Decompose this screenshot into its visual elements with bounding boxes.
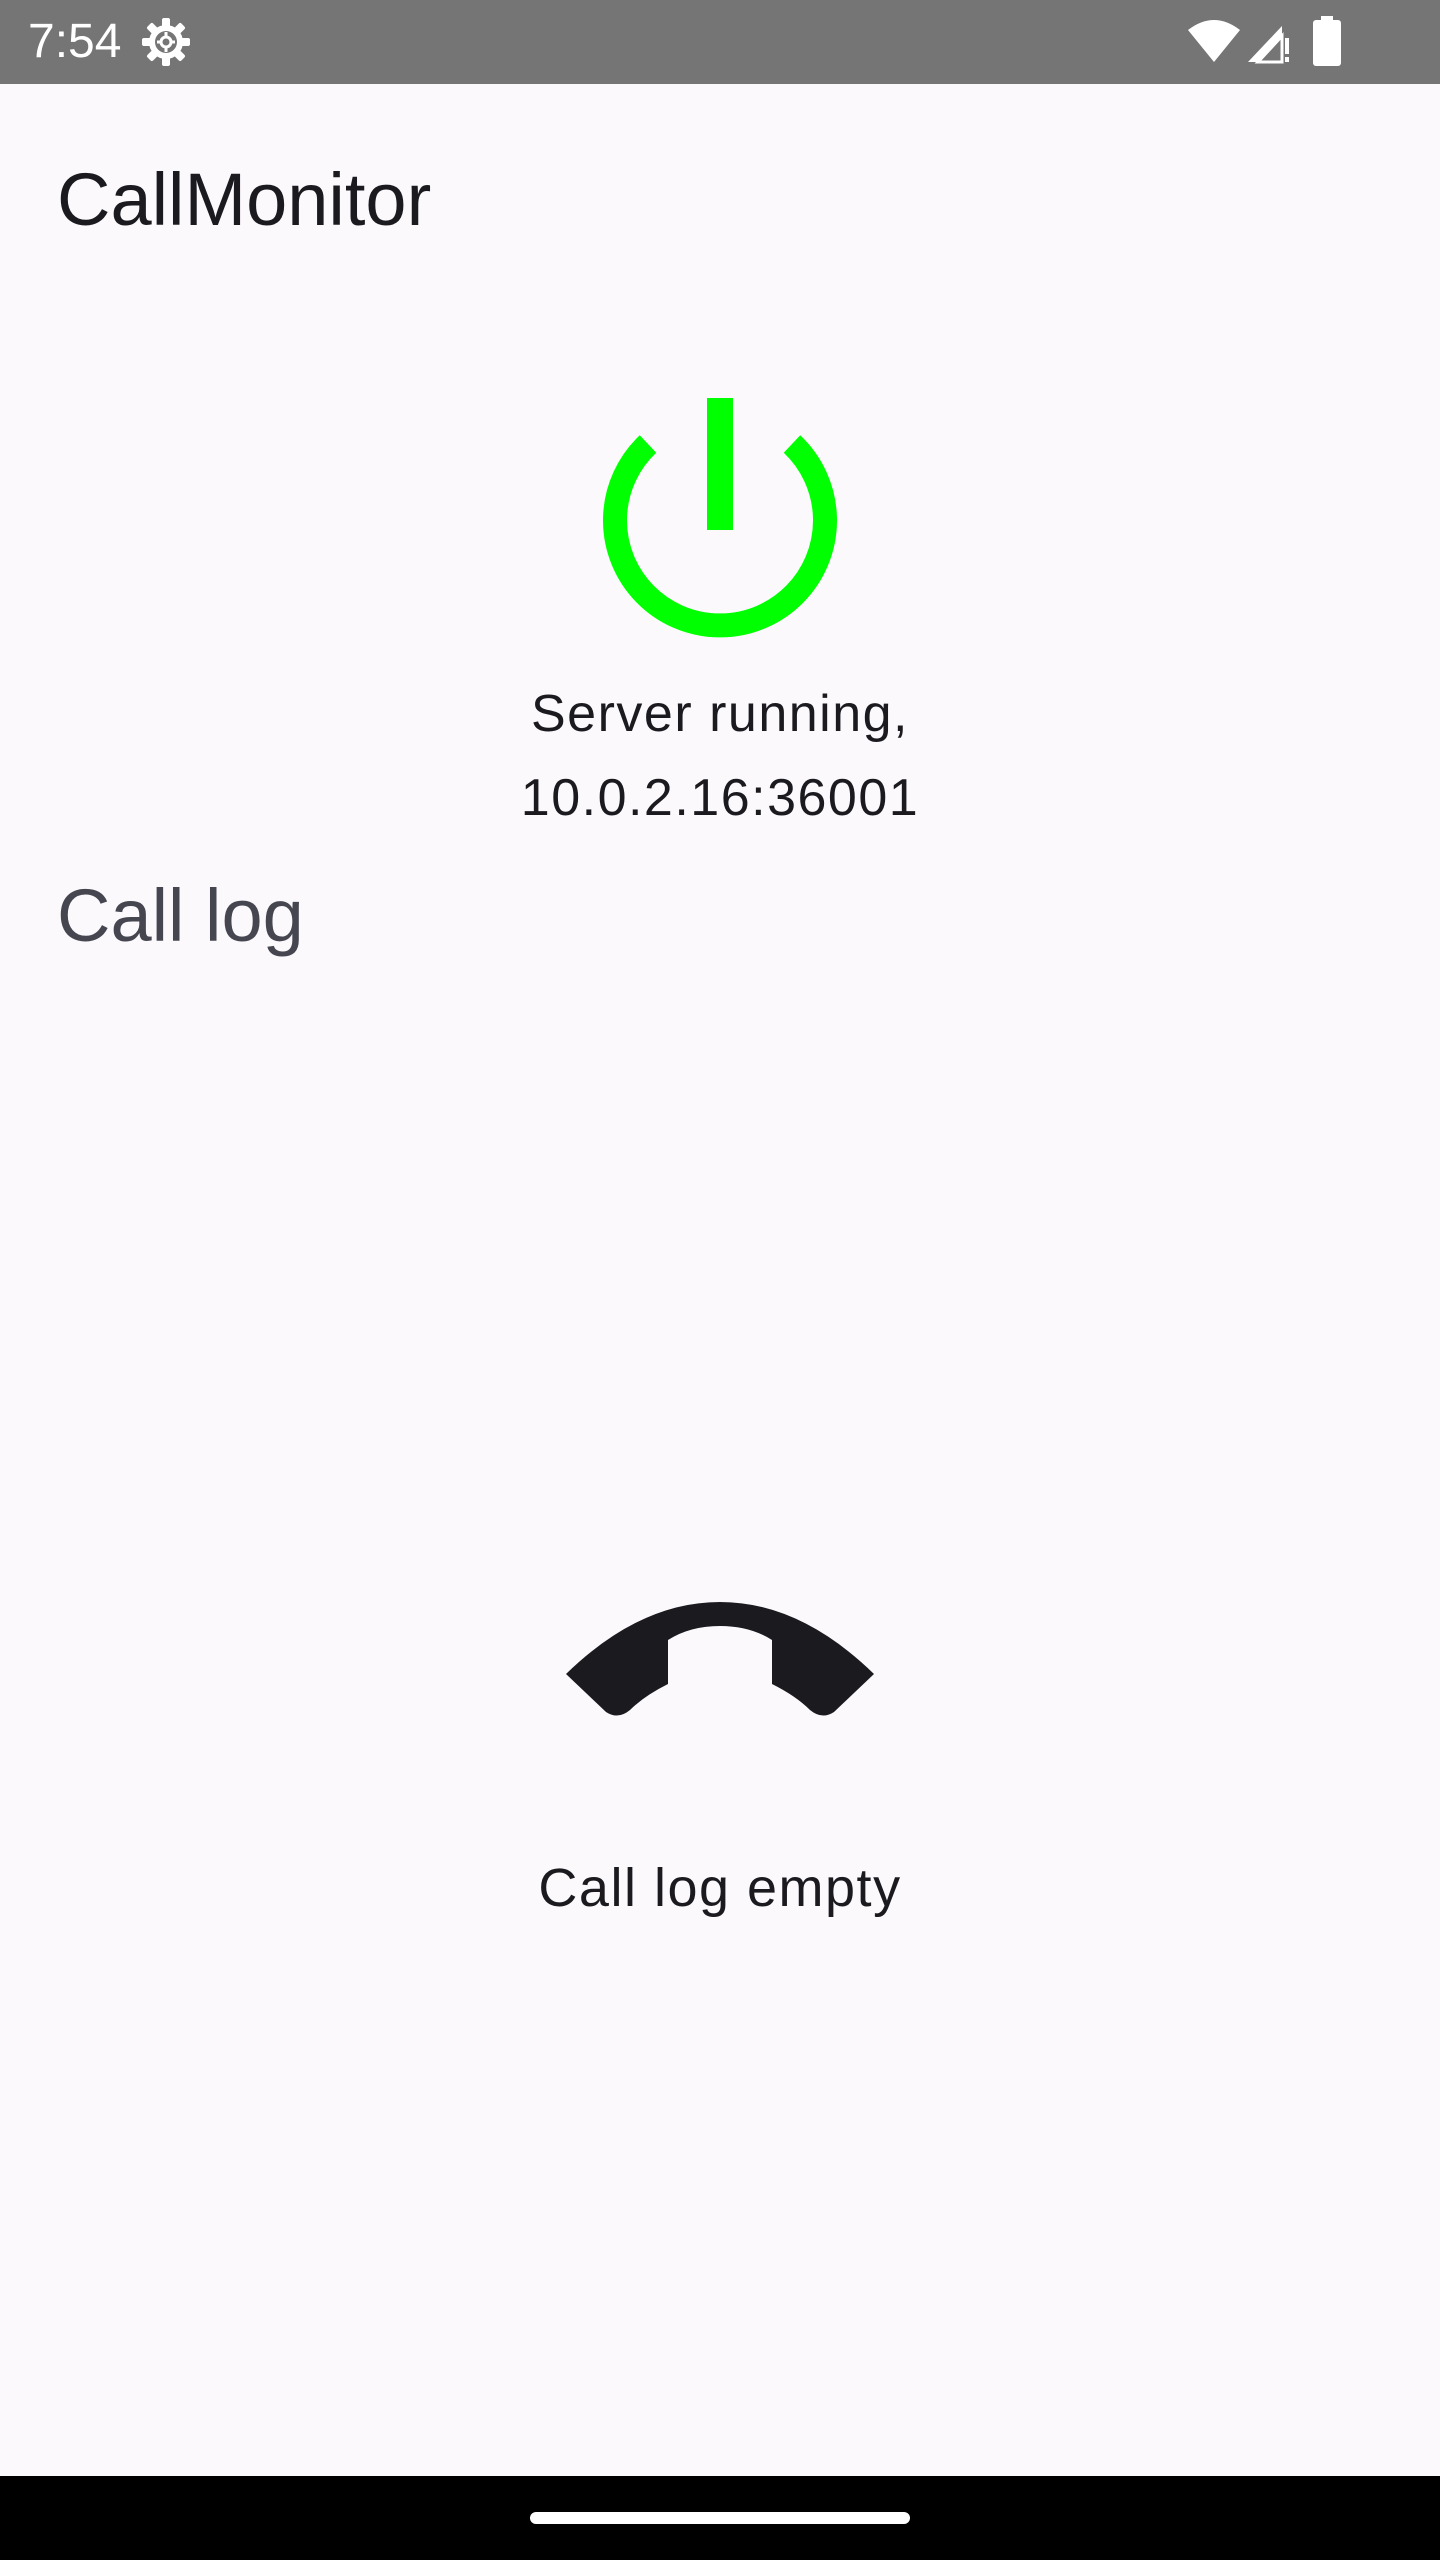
settings-gear-icon [140,16,192,68]
status-bar: 7:54 [0,0,1440,84]
server-power-toggle[interactable] [602,398,838,638]
home-gesture-handle[interactable] [530,2512,910,2524]
power-icon [603,398,837,638]
server-address-text: 10.0.2.16:36001 [520,769,920,827]
cell-signal-icon [1244,18,1292,66]
wifi-icon [1186,18,1242,64]
app-title: CallMonitor [57,158,432,241]
status-time: 7:54 [28,15,122,68]
call-end-icon [560,1596,880,1736]
call-log-heading: Call log [57,874,304,957]
server-status-text: Server running, [530,685,910,743]
call-log-empty-text: Call log empty [538,1858,902,1918]
battery-icon [1312,16,1342,66]
